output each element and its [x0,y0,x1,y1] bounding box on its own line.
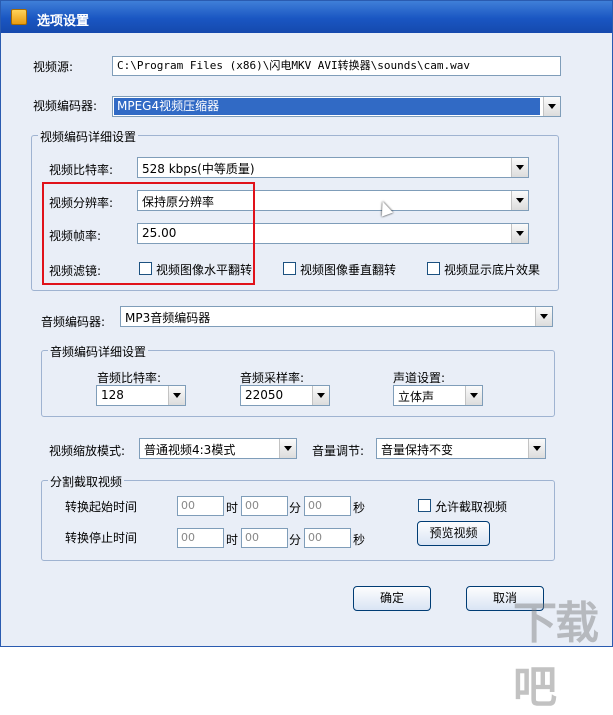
hour-unit: 时 [226,501,239,515]
video-source-field[interactable]: C:\Program Files (x86)\闪电MKV AVI转换器\soun… [112,56,561,76]
audio-bitrate-select[interactable]: 128 [96,385,186,406]
video-source-label: 视频源: [33,60,74,74]
video-encoder-select[interactable]: MPEG4视频压缩器 [112,96,561,117]
hour-unit: 时 [226,533,239,547]
negative-label: 视频显示底片效果 [444,263,541,277]
app-icon [11,9,27,25]
audio-encoder-value: MP3音频编码器 [125,311,211,325]
volume-select[interactable]: 音量保持不变 [376,438,546,459]
split-title: 分割截取视频 [48,473,125,490]
audio-bitrate-value: 128 [101,388,124,402]
start-minute-input[interactable]: 00 [241,496,288,516]
audio-samplerate-value: 22050 [245,388,284,402]
checkbox-box[interactable] [427,262,440,275]
audio-channel-value: 立体声 [398,390,435,404]
scale-mode-value: 普通视频4:3模式 [144,443,236,457]
scale-mode-select[interactable]: 普通视频4:3模式 [139,438,297,459]
audio-channel-select[interactable]: 立体声 [393,385,483,406]
checkbox-box[interactable] [283,262,296,275]
vflip-checkbox[interactable]: 视频图像垂直翻转 [283,261,398,277]
audio-encoder-label: 音频编码器: [41,315,106,329]
video-encoder-label: 视频编码器: [33,99,98,113]
chevron-down-icon[interactable] [528,439,545,458]
ok-button[interactable]: 确定 [353,586,431,611]
audio-channel-label: 声道设置: [393,371,446,385]
start-hour-input[interactable]: 00 [177,496,224,516]
minute-unit: 分 [289,501,302,515]
audio-samplerate-label: 音频采样率: [240,371,305,385]
video-encoder-value: MPEG4视频压缩器 [114,98,540,115]
scale-mode-label: 视频缩放模式: [49,444,126,458]
allow-split-checkbox[interactable]: 允许截取视频 [418,498,518,514]
minute-unit: 分 [289,533,302,547]
chevron-down-icon[interactable] [511,158,528,177]
audio-samplerate-select[interactable]: 22050 [240,385,330,406]
video-bitrate-value: 528 kbps(中等质量) [142,162,255,176]
chevron-down-icon[interactable] [312,386,329,405]
second-unit: 秒 [353,501,366,515]
chevron-down-icon[interactable] [535,307,552,326]
start-time-label: 转换起始时间 [65,500,138,514]
stop-hour-input[interactable]: 00 [177,528,224,548]
stop-second-input[interactable]: 00 [304,528,351,548]
chevron-down-icon[interactable] [511,191,528,210]
chevron-down-icon[interactable] [465,386,482,405]
chevron-down-icon[interactable] [279,439,296,458]
audio-bitrate-label: 音频比特率: [97,371,162,385]
preview-button[interactable]: 预览视频 [417,521,490,546]
vflip-label: 视频图像垂直翻转 [300,263,397,277]
start-second-input[interactable]: 00 [304,496,351,516]
chevron-down-icon[interactable] [168,386,185,405]
title-bar[interactable]: 选项设置 [1,1,612,33]
video-bitrate-label: 视频比特率: [49,163,114,177]
window-title: 选项设置 [37,14,90,29]
audio-details-title: 音频编码详细设置 [48,343,149,360]
volume-value: 音量保持不变 [381,443,454,457]
second-unit: 秒 [353,533,366,547]
options-dialog: 选项设置 视频源: C:\Program Files (x86)\闪电MKV A… [0,0,613,713]
checkbox-box[interactable] [418,499,431,512]
negative-checkbox[interactable]: 视频显示底片效果 [427,261,542,277]
watermark-logo: 下载吧 [513,598,599,713]
allow-split-label: 允许截取视频 [435,500,508,514]
video-bitrate-select[interactable]: 528 kbps(中等质量) [137,157,529,178]
audio-encoder-select[interactable]: MP3音频编码器 [120,306,553,327]
red-highlight-box [42,182,255,285]
volume-label: 音量调节: [312,444,365,458]
chevron-down-icon[interactable] [543,97,560,116]
stop-time-label: 转换停止时间 [65,531,138,545]
video-details-title: 视频编码详细设置 [38,128,139,145]
chevron-down-icon[interactable] [511,224,528,243]
stop-minute-input[interactable]: 00 [241,528,288,548]
